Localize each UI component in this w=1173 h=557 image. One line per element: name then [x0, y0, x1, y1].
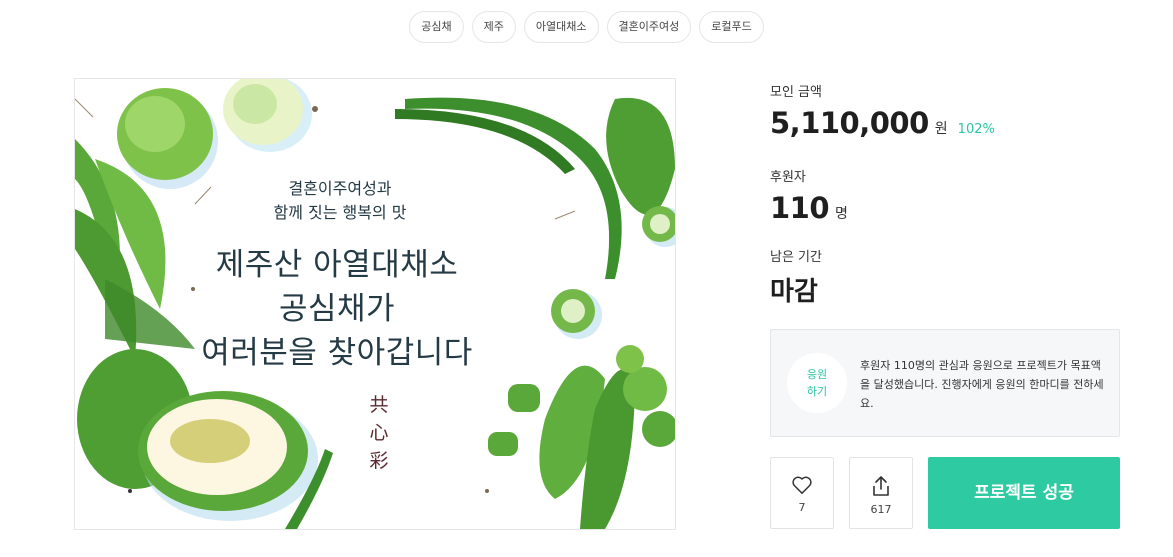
title-line-1: 제주산 아열대채소 [215, 247, 459, 283]
share-icon [873, 476, 889, 496]
remaining-label: 남은 기간 [770, 250, 822, 265]
cheer-button-line-2: 하기 [806, 385, 828, 398]
tag-subtropical-vegetables[interactable]: 아열대채소 [523, 11, 599, 43]
cheer-button[interactable]: 응원 하기 [787, 353, 847, 413]
amount-unit: 원 [934, 121, 948, 137]
tag-list: 공심채 제주 아열대채소 결혼이주여성 로컬푸드 [0, 11, 1173, 43]
project-success-button[interactable]: 프로젝트 성공 [928, 457, 1120, 529]
brand-logo: 共 心 彩 [367, 391, 391, 475]
subtitle-line-2: 함께 짓는 행복의 맛 [273, 203, 407, 222]
backers-section: 후원자 110 명 [770, 166, 1150, 225]
remaining-section: 남은 기간 마감 [770, 246, 1150, 308]
backers-unit: 명 [835, 206, 848, 222]
amount-value: 5,110,000 [770, 106, 929, 140]
brand-char: 共 [369, 394, 389, 416]
project-main-image: 결혼이주여성과 함께 짓는 행복의 맛 제주산 아열대채소 공심채가 여러분을 … [74, 78, 676, 530]
brand-char: 心 [369, 422, 389, 444]
heart-icon [792, 476, 812, 494]
amount-section: 모인 금액 5,110,000 원 102% [770, 81, 1150, 140]
like-button[interactable]: 7 [770, 457, 834, 529]
tag-jeju[interactable]: 제주 [471, 11, 516, 43]
title-line-3: 여러분을 찾아갑니다 [201, 335, 473, 371]
amount-label: 모인 금액 [770, 85, 822, 100]
tag-local-food[interactable]: 로컬푸드 [699, 11, 764, 43]
backers-label: 후원자 [770, 170, 806, 185]
cheer-box: 응원 하기 후원자 110명의 관심과 응원으로 프로젝트가 목표액을 달성했습… [770, 329, 1120, 437]
share-button[interactable]: 617 [849, 457, 913, 529]
cheer-button-line-1: 응원 [806, 368, 828, 381]
subtitle-line-1: 결혼이주여성과 [288, 179, 392, 198]
share-count: 617 [870, 503, 892, 516]
like-count: 7 [798, 501, 806, 514]
achievement-percent: 102% [957, 122, 995, 137]
title-line-2: 공심채가 [278, 291, 396, 327]
tag-gongsimchae[interactable]: 공심채 [409, 11, 464, 43]
brand-char: 彩 [369, 450, 389, 472]
cheer-message: 후원자 110명의 관심과 응원으로 프로젝트가 목표액을 달성했습니다. 진행… [860, 359, 1104, 410]
backers-value: 110 [770, 191, 830, 225]
remaining-value: 마감 [770, 277, 818, 307]
tag-marriage-migrant-women[interactable]: 결혼이주여성 [606, 11, 692, 43]
